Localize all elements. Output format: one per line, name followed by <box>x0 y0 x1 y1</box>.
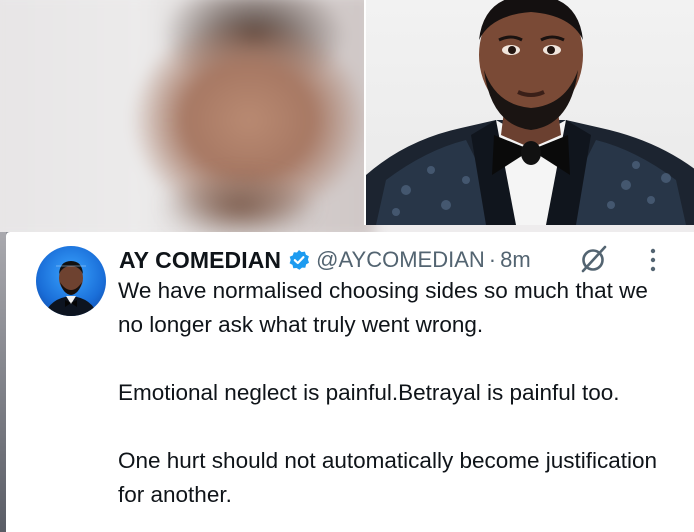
blurred-photo-shadow <box>160 170 320 232</box>
verified-badge-icon <box>288 249 310 271</box>
tweet-paragraph: Emotional neglect is painful.Betrayal is… <box>118 380 620 405</box>
tweet-body: We have normalised choosing sides so muc… <box>118 274 678 512</box>
tweet-paragraph: One hurt should not automatically become… <box>118 448 658 507</box>
more-options-icon[interactable] <box>648 246 658 274</box>
timestamp[interactable]: 8m <box>500 247 531 273</box>
grok-icon[interactable] <box>579 244 609 274</box>
tweet-card[interactable]: AY COMEDIAN @AYCOMEDIAN · 8m We have nor… <box>6 232 694 532</box>
handle[interactable]: @AYCOMEDIAN <box>316 247 485 273</box>
avatar[interactable] <box>36 246 106 316</box>
portrait-photo <box>364 0 694 225</box>
tweet-paragraph: We have normalised choosing sides so muc… <box>118 278 648 337</box>
separator-dot: · <box>488 247 497 272</box>
display-name[interactable]: AY COMEDIAN <box>119 247 281 274</box>
photo-collage <box>0 0 694 232</box>
